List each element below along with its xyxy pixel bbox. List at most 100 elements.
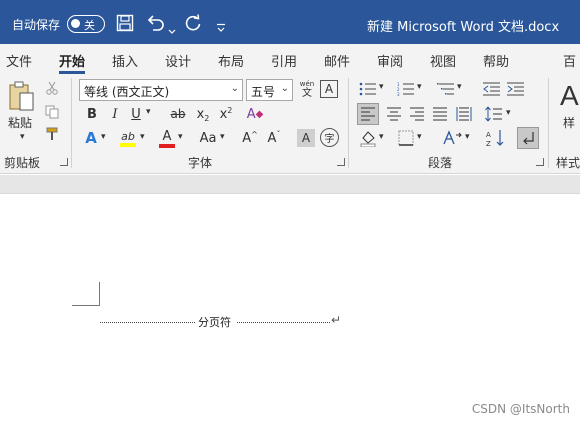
align-left-button[interactable] <box>357 103 379 125</box>
tab-insert[interactable]: 插入 <box>112 51 138 70</box>
redo-icon[interactable] <box>184 14 202 34</box>
highlight-button[interactable]: ab <box>118 128 138 148</box>
grow-font-button[interactable]: A ^ <box>240 128 260 148</box>
group-divider <box>71 78 72 168</box>
phonetic-guide-icon[interactable]: wén 文 <box>297 78 317 100</box>
paste-dropdown-icon[interactable]: ▾ <box>20 132 25 142</box>
align-right-button[interactable] <box>406 103 428 125</box>
paragraph-launcher-icon[interactable] <box>536 158 544 166</box>
font-launcher-icon[interactable] <box>337 158 345 166</box>
highlight-dropdown-icon[interactable]: ▾ <box>140 132 145 142</box>
font-group-label: 字体 <box>188 156 213 170</box>
tab-view[interactable]: 视图 <box>430 51 456 70</box>
align-center-button[interactable] <box>383 103 405 125</box>
font-color-swatch <box>159 143 175 148</box>
group-divider <box>348 78 349 168</box>
increase-indent-icon[interactable] <box>506 80 526 98</box>
change-case-dropdown-icon[interactable]: ▾ <box>220 132 225 142</box>
line-spacing-dropdown-icon[interactable]: ▾ <box>506 108 511 118</box>
font-size-value: 五号 <box>251 85 276 99</box>
grow-font-label: A <box>242 130 252 146</box>
shading-icon[interactable] <box>358 128 378 148</box>
chevron-down-icon: ⌄ <box>230 83 239 94</box>
tab-more[interactable]: 百 <box>563 51 576 70</box>
style-sample-letter[interactable]: A <box>560 80 579 112</box>
toggle-state: 关 <box>84 19 95 32</box>
clipboard-launcher-icon[interactable] <box>60 158 68 166</box>
multilevel-dropdown-icon[interactable]: ▾ <box>457 82 462 92</box>
paste-label[interactable]: 粘贴 <box>8 114 32 131</box>
tab-layout[interactable]: 布局 <box>218 51 244 70</box>
autosave-toggle[interactable]: 关 <box>67 15 105 33</box>
bold-button[interactable]: B <box>84 104 100 124</box>
clear-formatting-button[interactable]: A ◆ <box>246 104 264 124</box>
line-spacing-icon[interactable] <box>483 103 505 125</box>
change-case-button[interactable]: Aa <box>196 128 220 148</box>
text-effects-button[interactable]: A <box>82 128 100 148</box>
tab-file[interactable]: 文件 <box>6 51 32 70</box>
strikethrough-button[interactable]: ab <box>168 104 188 124</box>
document-title: 新建 Microsoft Word 文档.docx <box>367 20 560 35</box>
page-break-line <box>237 322 330 323</box>
numbering-icon[interactable]: 123 <box>396 80 416 98</box>
phonetic-guide-bottom: 文 <box>302 88 312 99</box>
borders-dropdown-icon[interactable]: ▾ <box>417 132 422 142</box>
ribbon: 粘贴 ▾ 剪贴板 等线 (西文正文) ⌄ 五号 ⌄ wén 文 A B I U … <box>0 74 580 174</box>
character-shading-button[interactable]: A <box>297 129 315 147</box>
highlight-color-swatch <box>120 142 136 147</box>
font-color-label: A <box>162 128 172 144</box>
autosave-label: 自动保存 <box>12 18 61 32</box>
underline-dropdown-icon[interactable]: ▾ <box>146 107 151 117</box>
watermark-text: CSDN @ItsNorth <box>471 402 570 416</box>
character-border-icon[interactable]: A <box>320 80 338 98</box>
superscript-button[interactable]: x2 <box>218 104 234 124</box>
font-color-dropdown-icon[interactable]: ▾ <box>178 132 183 142</box>
underline-button[interactable]: U <box>128 104 144 124</box>
cut-icon[interactable] <box>44 80 60 96</box>
tab-references[interactable]: 引用 <box>271 51 297 70</box>
group-divider <box>548 78 549 168</box>
clear-formatting-label: A <box>246 106 256 122</box>
numbering-dropdown-icon[interactable]: ▾ <box>417 82 422 92</box>
document-canvas[interactable] <box>0 194 580 429</box>
bullets-dropdown-icon[interactable]: ▾ <box>379 82 384 92</box>
text-effects-dropdown-icon[interactable]: ▾ <box>101 132 106 142</box>
chinese-layout-icon[interactable] <box>440 128 464 148</box>
shrink-font-button[interactable]: Aˇ <box>264 128 284 148</box>
undo-dropdown-icon[interactable] <box>168 20 176 40</box>
style-sample-label[interactable]: 样 <box>563 114 575 131</box>
tab-home[interactable]: 开始 <box>59 51 85 70</box>
decrease-indent-icon[interactable] <box>482 80 502 98</box>
tab-design[interactable]: 设计 <box>165 51 191 70</box>
shrink-font-label: A <box>267 130 277 146</box>
borders-icon[interactable] <box>396 128 416 148</box>
font-color-button[interactable]: A <box>158 128 176 148</box>
distributed-align-button[interactable] <box>453 103 475 125</box>
font-name-combo[interactable]: 等线 (西文正文) ⌄ <box>79 79 243 101</box>
shading-dropdown-icon[interactable]: ▾ <box>379 132 384 142</box>
tab-help[interactable]: 帮助 <box>483 51 509 70</box>
superscript-label: x <box>219 106 228 122</box>
font-size-combo[interactable]: 五号 ⌄ <box>246 79 293 101</box>
tab-mailings[interactable]: 邮件 <box>324 51 350 70</box>
sort-icon[interactable]: AZ <box>485 128 507 148</box>
customize-toolbar-icon[interactable] <box>216 18 226 38</box>
styles-group-label: 样式 <box>556 156 580 170</box>
multilevel-list-icon[interactable] <box>436 80 456 98</box>
undo-icon[interactable] <box>146 14 166 34</box>
italic-button[interactable]: I <box>107 104 123 124</box>
save-icon[interactable] <box>116 14 134 34</box>
clipboard-group-label: 剪贴板 <box>4 156 41 170</box>
paragraph-mark-icon: ↵ <box>331 313 342 327</box>
justify-button[interactable] <box>429 103 451 125</box>
show-hide-marks-button[interactable] <box>517 127 539 149</box>
page-break-label: 分页符 <box>198 316 231 329</box>
chinese-layout-dropdown-icon[interactable]: ▾ <box>465 132 470 142</box>
subscript-button[interactable]: x2 <box>195 104 211 124</box>
copy-icon[interactable] <box>44 104 60 120</box>
bullets-icon[interactable] <box>358 80 378 98</box>
enclose-characters-button[interactable]: 字 <box>320 128 339 147</box>
format-painter-icon[interactable] <box>44 126 60 142</box>
tab-review[interactable]: 审阅 <box>377 51 403 70</box>
paste-icon[interactable] <box>6 80 36 114</box>
